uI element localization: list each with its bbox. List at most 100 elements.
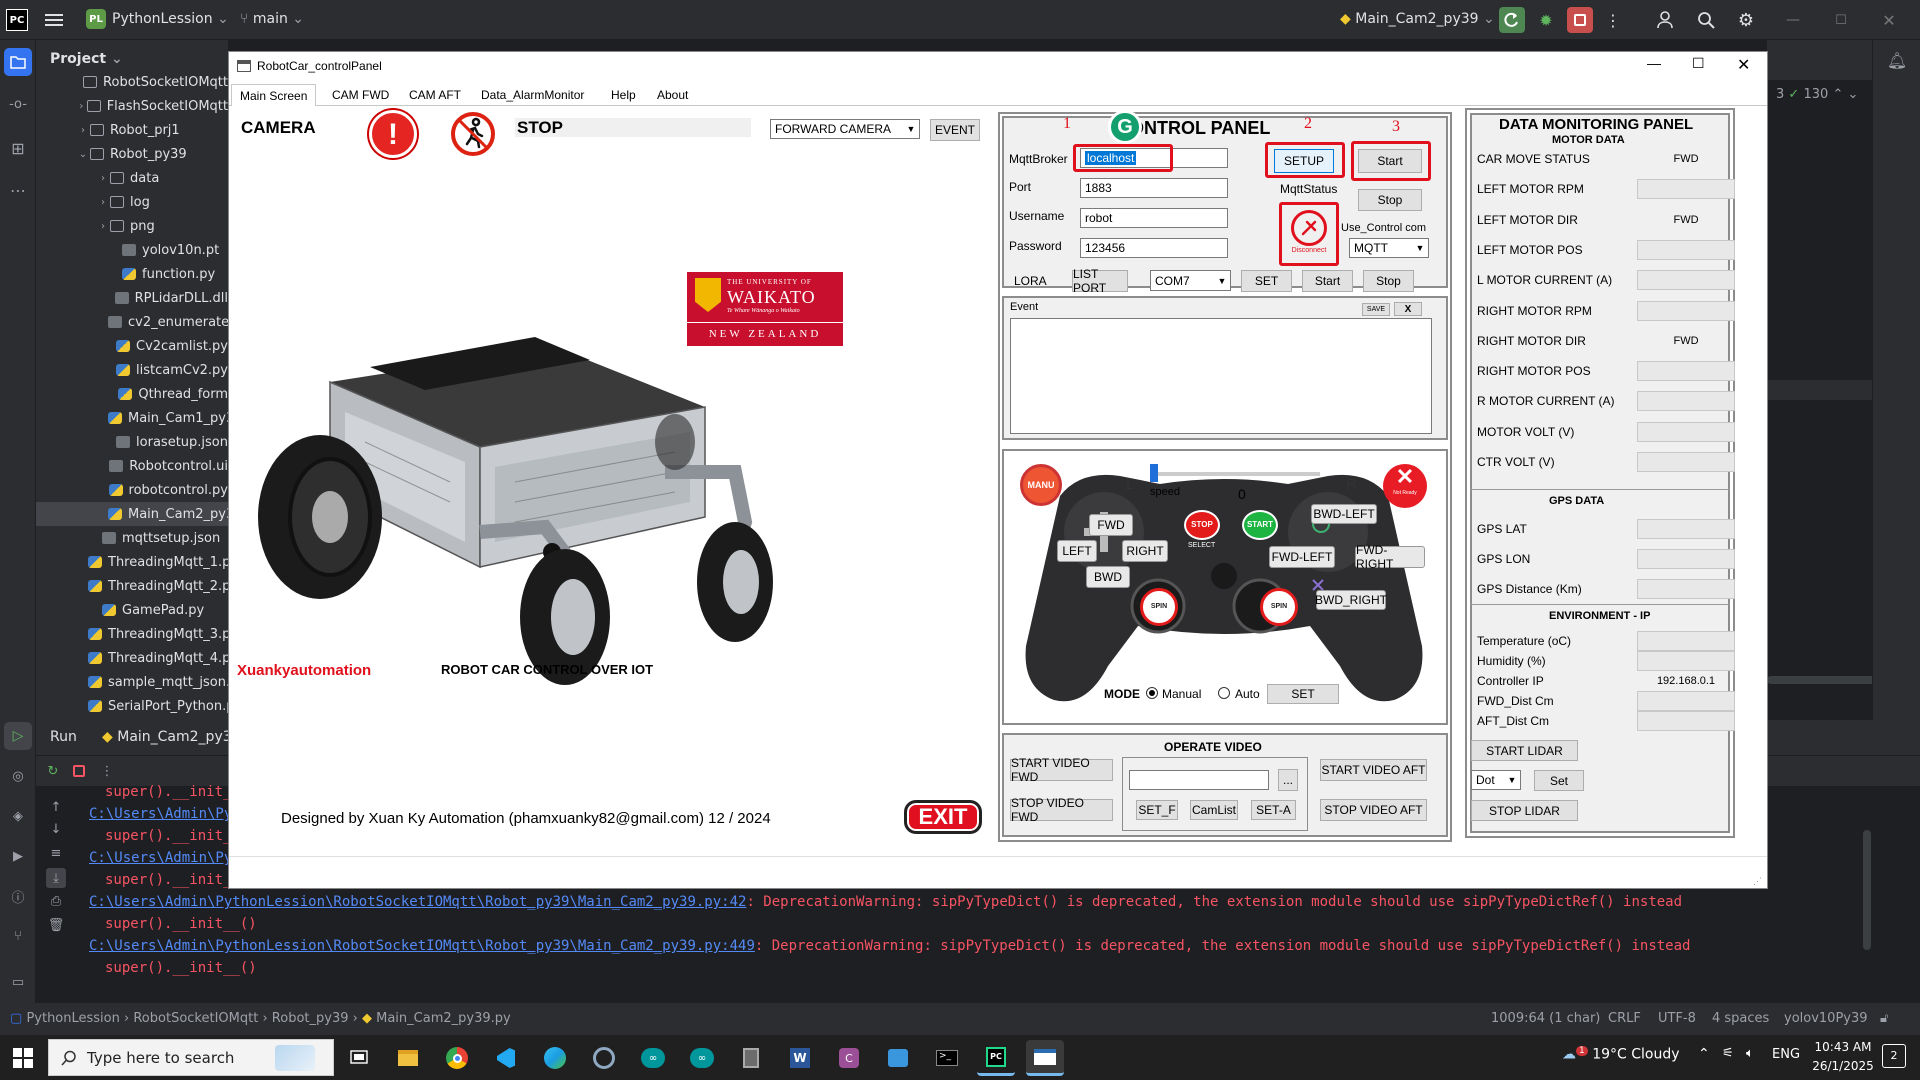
event-clear-button[interactable]: X — [1394, 302, 1422, 316]
arduino-icon[interactable]: ∞ — [634, 1040, 672, 1076]
lora-stop-button[interactable]: Stop — [1363, 270, 1414, 292]
tree-item[interactable]: › FlashSocketIOMqtt — [36, 94, 228, 118]
tree-item[interactable]: Main_Cam1_py39.py — [36, 406, 228, 430]
tree-item[interactable]: › Robot_prj1 — [36, 118, 228, 142]
username-input[interactable]: robot — [1080, 208, 1228, 228]
tree-item[interactable]: › log — [36, 190, 228, 214]
fwd-right-button[interactable]: FWD-RIGHT — [1355, 543, 1425, 571]
manual-radio[interactable] — [1146, 687, 1158, 699]
file-explorer-icon[interactable] — [389, 1040, 427, 1076]
tree-item[interactable]: lorasetup.json — [36, 430, 228, 454]
python-packages-icon[interactable]: ◈ — [6, 804, 30, 828]
tree-item[interactable]: RPLidarDLL.dll — [36, 286, 228, 310]
tree-item[interactable]: cv2_enumerate_cameras — [36, 310, 228, 334]
tree-item[interactable]: Main_Cam2_py39.py — [36, 502, 228, 526]
tray-chevron-icon[interactable]: ⌃ — [1698, 1046, 1710, 1062]
scroll-down-icon[interactable]: ↓ — [48, 820, 64, 838]
start-lidar-button[interactable]: START LIDAR — [1471, 740, 1578, 761]
scroll-to-end-icon[interactable]: ⤓ — [46, 868, 66, 888]
tab-cam-fwd[interactable]: CAM FWD — [324, 84, 397, 106]
dialog-minimize-icon[interactable]: — — [1647, 55, 1661, 71]
tree-item[interactable]: sample_mqtt_json.py — [36, 670, 228, 694]
word-icon[interactable]: W — [781, 1040, 819, 1076]
pycharm-taskbar-icon[interactable]: PC — [977, 1040, 1015, 1076]
tree-item[interactable]: ThreadingMqtt_1.py — [36, 550, 228, 574]
chevron-icon[interactable]: › — [96, 173, 110, 184]
caret-position[interactable]: 1009:64 (1 char) — [1491, 1011, 1600, 1026]
more-actions-icon[interactable]: ⋮ — [1603, 9, 1623, 31]
more-tools-icon[interactable]: ⋯ — [6, 178, 30, 202]
edge-icon[interactable] — [536, 1040, 574, 1076]
snipping-tool-icon[interactable] — [585, 1040, 623, 1076]
problems-icon[interactable]: ⓘ — [6, 884, 30, 908]
soft-wrap-icon[interactable]: ≡ — [48, 844, 64, 862]
tree-item[interactable]: ⌄ Robot_py39 — [36, 142, 228, 166]
start-button[interactable]: START — [1242, 510, 1278, 540]
stop-lidar-button[interactable]: STOP LIDAR — [1471, 800, 1578, 821]
maximize-icon[interactable]: ☐ — [1830, 9, 1852, 31]
lora-set-button[interactable]: SET — [1241, 270, 1292, 292]
lock-icon[interactable]: 🔓︎ — [1880, 1011, 1888, 1026]
tree-item[interactable]: listcamCv2.py — [36, 358, 228, 382]
left-button[interactable]: LEFT — [1057, 540, 1097, 562]
python-console-icon[interactable]: ◎ — [6, 764, 30, 788]
port-input[interactable]: 1883 — [1080, 178, 1228, 198]
tree-item[interactable]: function.py — [36, 262, 228, 286]
network-icon[interactable]: ⚟ — [1722, 1046, 1734, 1061]
bwd-right-button[interactable]: BWD_RIGHT — [1315, 590, 1387, 610]
fwd-button[interactable]: FWD — [1089, 514, 1133, 536]
event-log[interactable] — [1010, 318, 1432, 434]
tree-item[interactable]: robotcontrol.py — [36, 478, 228, 502]
lora-start-button[interactable]: Start — [1302, 270, 1353, 292]
spin-left-button[interactable]: SPIN — [1140, 588, 1178, 626]
weather-widget[interactable]: ☁ 1 19°C Cloudy — [1562, 1046, 1680, 1063]
vscode-icon[interactable] — [487, 1040, 525, 1076]
stop-icon[interactable] — [70, 762, 88, 780]
stop-run-button[interactable] — [1567, 7, 1593, 33]
tree-item[interactable]: mqttsetup.json — [36, 526, 228, 550]
crumb-file[interactable]: Main_Cam2_py39.py — [376, 1011, 511, 1026]
paint-icon[interactable] — [879, 1040, 917, 1076]
terminal-icon[interactable]: >_ — [928, 1040, 966, 1076]
project-panel-title[interactable]: Project ⌄ — [50, 51, 123, 67]
tree-item[interactable]: › png — [36, 214, 228, 238]
indent-setting[interactable]: 4 spaces — [1712, 1011, 1769, 1026]
video-path-input[interactable] — [1129, 770, 1269, 790]
volume-icon[interactable]: 🔈︎ — [1746, 1046, 1754, 1061]
tree-item[interactable]: ThreadingMqtt_2.py — [36, 574, 228, 598]
task-view-icon[interactable] — [340, 1040, 378, 1076]
branch-switcher[interactable]: ⑂ main ⌄ — [240, 11, 304, 27]
main-menu-icon[interactable] — [44, 10, 64, 30]
com-port-select[interactable]: COM7 ▼ — [1150, 270, 1231, 291]
tab-about[interactable]: About — [649, 84, 696, 106]
grammarly-icon[interactable]: G — [1108, 110, 1142, 144]
mode-set-button[interactable]: SET — [1267, 684, 1339, 704]
set-f-button[interactable]: SET_F — [1136, 800, 1178, 820]
taskbar-search-box[interactable]: Type here to search — [48, 1039, 334, 1076]
camlist-button[interactable]: CamList — [1190, 800, 1238, 820]
arduino-ide-icon[interactable]: ∞ — [683, 1040, 721, 1076]
right-button[interactable]: RIGHT — [1122, 540, 1168, 562]
dialog-close-icon[interactable]: ✕ — [1737, 55, 1750, 75]
minimize-icon[interactable]: — — [1782, 9, 1804, 31]
chrome-icon[interactable] — [438, 1040, 476, 1076]
console-file-link[interactable]: C:\Users\Admin\PythonLession\RobotSocket… — [89, 938, 755, 954]
project-tool-icon[interactable] — [4, 48, 32, 76]
tree-item[interactable]: › data — [36, 166, 228, 190]
start-video-aft-button[interactable]: START VIDEO AFT — [1320, 759, 1427, 781]
browse-button[interactable]: ... — [1278, 769, 1298, 791]
chevron-icon[interactable]: › — [76, 101, 87, 112]
bwd-left-button[interactable]: BWD-LEFT — [1311, 504, 1377, 524]
debug-icon[interactable]: ✹ — [1535, 9, 1557, 31]
tab-help[interactable]: Help — [603, 84, 644, 106]
horizontal-scrollbar[interactable] — [1767, 676, 1877, 684]
chevron-icon[interactable]: › — [96, 197, 110, 208]
crumb-project[interactable]: PythonLession — [26, 1011, 119, 1026]
exit-button[interactable]: EXIT — [904, 800, 982, 834]
close-icon[interactable]: ✕ — [1878, 9, 1900, 31]
use-control-select[interactable]: MQTT ▼ — [1349, 238, 1429, 258]
set-a-button[interactable]: SET-A — [1251, 800, 1296, 820]
robotcar-taskbar-icon[interactable] — [1026, 1040, 1064, 1076]
tree-item[interactable]: yolov10n.pt — [36, 238, 228, 262]
language-indicator[interactable]: ENG — [1772, 1047, 1800, 1062]
